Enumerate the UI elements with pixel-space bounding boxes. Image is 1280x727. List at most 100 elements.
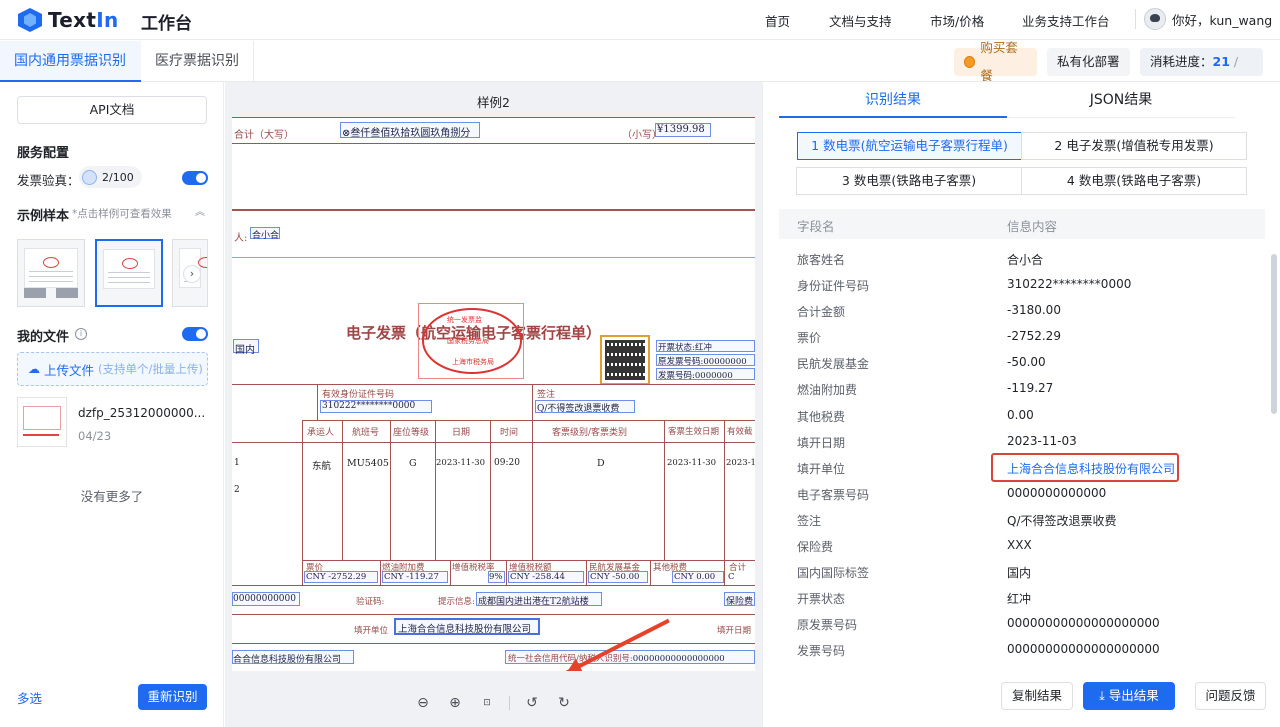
table-row: 国内国际标签 国内: [797, 566, 1032, 581]
col-valid-date: 客票生效日期: [668, 427, 720, 437]
zoom-in-icon[interactable]: ⊕: [443, 691, 467, 715]
top-nav-bar: TextIn 工作台 首页 文档与支持 市场/价格 业务支持工作台 你好，kun…: [0, 0, 1280, 40]
doc-tab-3[interactable]: 3 数电票(铁路电子客票): [796, 167, 1022, 195]
table-row: 其他税费 0.00: [797, 407, 1034, 424]
table-row: 合计金额 -3180.00: [797, 303, 1061, 320]
buyer-name: 合合信息科技股份有限公司: [233, 655, 342, 665]
fuel-value: CNY -119.27: [384, 572, 439, 582]
verify-code-label: 验证码:: [356, 597, 385, 607]
total-short: C: [728, 572, 735, 582]
doc-tab-1[interactable]: 1 数电票(航空运输电子客票行程单): [797, 132, 1022, 160]
file-thumbnail[interactable]: [17, 397, 67, 447]
table-row: 填开日期 2023-11-03: [797, 433, 1077, 450]
valid-end-value: 2023-1: [726, 458, 755, 468]
left-sidebar: API文档 服务配置 发票验真： 2/100 示例样本 *点击样例可查看效果 ︽…: [0, 82, 224, 727]
rotate-left-icon[interactable]: ↺: [520, 691, 544, 715]
table-row: 身份证件号码 310222********0000: [797, 277, 1132, 294]
col-valid-end: 有效截: [727, 427, 753, 437]
actual-size-icon[interactable]: ⊡: [475, 691, 499, 715]
carrier-value: 东航: [312, 461, 332, 472]
upload-file-button[interactable]: ☁ 上传文件 (支持单个/批量上传): [17, 352, 208, 386]
seat-value: G: [409, 458, 417, 469]
table-row: 原发票号码 00000000000000000000: [797, 616, 1160, 633]
table-row: 保险费 XXX: [797, 538, 1032, 555]
api-doc-button[interactable]: API文档: [17, 96, 207, 124]
verify-quota-badge: 2/100: [79, 166, 142, 188]
orig-invoice-line: 原发票号码:00000000: [658, 357, 747, 367]
copy-result-button[interactable]: 复制结果: [1001, 682, 1073, 710]
logo-text: TextIn: [48, 8, 119, 32]
my-files-toggle[interactable]: [182, 327, 208, 341]
sample-title: 样例2: [477, 95, 510, 110]
product-tab-bar: 国内通用票据识别 医疗票据识别 购买套餐 私有化部署 消耗进度：21 / 100: [0, 40, 1280, 97]
invoice-verify-toggle[interactable]: [182, 171, 208, 185]
tab-domestic-invoice[interactable]: 国内通用票据识别: [0, 41, 141, 82]
note-value: Q/不得签改退票收费: [537, 404, 620, 414]
row-1-index: 1: [234, 458, 240, 468]
zoom-out-icon[interactable]: ⊖: [411, 691, 435, 715]
doc-tab-4[interactable]: 4 数电票(铁路电子客票): [1021, 167, 1247, 195]
buy-package-button[interactable]: 购买套餐: [954, 40, 1037, 83]
table-row: 票价 -2752.29: [797, 329, 1061, 346]
nav-docs-support[interactable]: 文档与支持: [829, 11, 892, 30]
textin-logo[interactable]: TextIn: [18, 7, 119, 33]
nav-market-price[interactable]: 市场/价格: [930, 11, 984, 30]
nav-divider: [1135, 9, 1136, 29]
invoice-verify-label: 发票验真：: [17, 173, 80, 188]
nav-business-workbench[interactable]: 业务支持工作台: [1022, 11, 1110, 30]
user-menu[interactable]: 你好，kun_wang: [1144, 8, 1272, 30]
sample-thumb-1[interactable]: [17, 239, 85, 307]
feedback-button[interactable]: 问题反馈: [1195, 682, 1266, 710]
file-date: 04/23: [78, 429, 112, 443]
chevron-right-icon[interactable]: ›: [183, 265, 201, 283]
invoice-image: 合计（大写） ⊗叁仟叁佰玖拾玖圆玖角捌分 （小写） ¥1399.98 人: 合小…: [232, 117, 755, 671]
tab-json-result[interactable]: JSON结果: [1007, 82, 1235, 118]
table-row: 电子客票号码 0000000000000: [797, 485, 1107, 502]
results-panel: 识别结果 JSON结果 1 数电票(航空运输电子客票行程单) 2 电子发票(增值…: [762, 82, 1280, 727]
row-2-index: 2: [234, 485, 240, 495]
passenger-value: 合小合: [252, 231, 280, 241]
export-result-button[interactable]: ⤓ 导出结果: [1083, 682, 1175, 710]
col-flight: 航班号: [352, 428, 380, 438]
valid-date-value: 2023-11-30: [667, 458, 717, 468]
logo-hexagon-icon: [18, 8, 42, 32]
preview-toolbar: ⊖ ⊕ ⊡ ↺ ↻: [225, 690, 762, 716]
tab-recognition-result[interactable]: 识别结果: [779, 82, 1007, 118]
col-time: 时间: [500, 428, 519, 438]
file-name[interactable]: dzfp_25312000000...: [78, 406, 205, 420]
toolbar-divider: [509, 696, 510, 710]
vat-value: CNY -258.44: [510, 572, 565, 582]
id-value: 310222********0000: [322, 401, 416, 411]
tip-value: 成都国内进出港在T2航站楼: [478, 597, 589, 607]
table-row: 发票号码 00000000000000000000: [797, 642, 1160, 659]
workbench-title: 工作台: [141, 14, 192, 34]
stamp-line-3: 上海市税务局: [452, 358, 494, 366]
col-carrier: 承运人: [307, 428, 335, 438]
document-preview: 样例2 合计（大写） ⊗叁仟叁佰玖拾玖圆玖角捌分 （小写） ¥1399.98 人…: [225, 82, 762, 727]
doc-tab-2[interactable]: 2 电子发票(增值税专用发票): [1021, 132, 1247, 160]
coin-icon: [964, 56, 976, 68]
id-label: 有效身份证件号码: [322, 390, 395, 400]
invoice-no-line: 发票号码:0000000: [658, 371, 733, 381]
issue-date-label: 填开日期: [717, 626, 752, 636]
table-row: 民航发展基金 -50.00: [797, 355, 1046, 372]
sample-thumb-2[interactable]: [95, 239, 163, 307]
nav-home[interactable]: 首页: [765, 11, 790, 30]
table-row: 签注 Q/不得签改退票收费: [797, 513, 1117, 528]
table-row: 旅客姓名 合小合: [797, 253, 1044, 267]
reparse-button[interactable]: 重新识别: [138, 684, 207, 710]
col-field-value: 信息内容: [1007, 219, 1058, 234]
col-field-name: 字段名: [797, 219, 835, 234]
qr-code: [600, 335, 650, 385]
tab-medical-invoice[interactable]: 医疗票据识别: [141, 41, 254, 82]
chevron-up-icon[interactable]: ︽: [195, 203, 205, 218]
results-scrollbar[interactable]: [1271, 254, 1277, 414]
rotate-right-icon[interactable]: ↻: [552, 691, 576, 715]
cloud-upload-icon: ☁: [28, 362, 40, 376]
multi-select-link[interactable]: 多选: [17, 688, 42, 707]
table-row: 开票状态 红冲: [797, 592, 1032, 607]
info-icon[interactable]: i: [75, 328, 87, 340]
private-deploy-button[interactable]: 私有化部署: [1047, 48, 1130, 76]
tip-label: 提示信息:: [438, 597, 475, 607]
date-value: 2023-11-30: [436, 458, 486, 468]
